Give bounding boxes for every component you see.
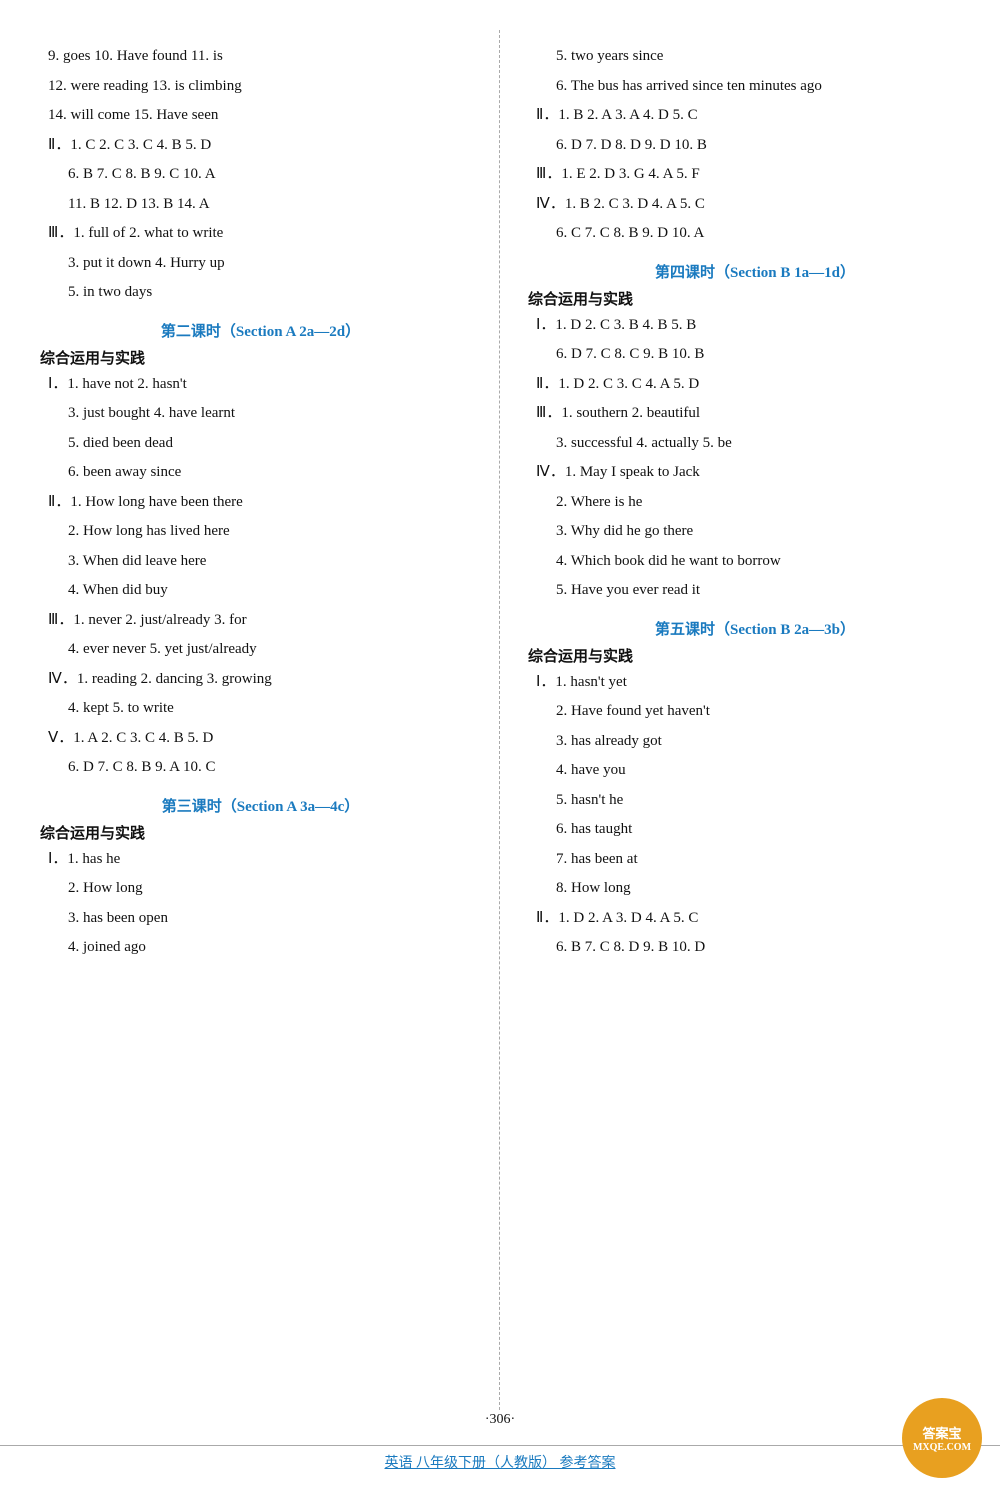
s2-I-5: 5. died been dead: [40, 431, 481, 457]
section5-title: 第五课时（Section B 2a—3b）: [528, 618, 982, 639]
s4-I-1-5: Ⅰ．1. D 2. C 3. B 4. B 5. B: [528, 313, 982, 339]
s3-I-3: 3. has been open: [40, 906, 481, 932]
s2-II-1: Ⅱ．1. How long have been there: [40, 490, 481, 516]
right-column: 5. two years since 6. The bus has arrive…: [500, 30, 1000, 1410]
s3-I-4: 4. joined ago: [40, 935, 481, 961]
s4-I-6-10: 6. D 7. C 8. C 9. B 10. B: [528, 342, 982, 368]
line-9-11: 9. goes 10. Have found 11. is: [40, 44, 481, 70]
s2-II-3: 3. When did leave here: [40, 549, 481, 575]
r-IV-1-5: Ⅳ．1. B 2. C 3. D 4. A 5. C: [528, 192, 982, 218]
watermark-line1: 答案宝: [922, 1423, 961, 1442]
s5-I-5: 5. hasn't he: [528, 788, 982, 814]
section5-subtitle: 综合运用与实践: [528, 645, 982, 666]
section4-subtitle: 综合运用与实践: [528, 288, 982, 309]
s3-I-1: Ⅰ．1. has he: [40, 847, 481, 873]
r-II-1-5: Ⅱ．1. B 2. A 3. A 4. D 5. C: [528, 103, 982, 129]
line-III-1-2: Ⅲ．1. full of 2. what to write: [40, 221, 481, 247]
s2-II-4: 4. When did buy: [40, 578, 481, 604]
footer-text: 英语 八年级下册（人教版） 参考答案: [385, 1456, 616, 1471]
line-14-15: 14. will come 15. Have seen: [40, 103, 481, 129]
s2-III-1-3: Ⅲ．1. never 2. just/already 3. for: [40, 608, 481, 634]
s2-V-6-10: 6. D 7. C 8. B 9. A 10. C: [40, 755, 481, 781]
line-12-13: 12. were reading 13. is climbing: [40, 74, 481, 100]
s5-I-4: 4. have you: [528, 758, 982, 784]
s3-I-2: 2. How long: [40, 876, 481, 902]
s2-I-3-4: 3. just bought 4. have learnt: [40, 401, 481, 427]
s2-II-2: 2. How long has lived here: [40, 519, 481, 545]
watermark-line2: MXQE.COM: [913, 1442, 971, 1453]
line-II-1-5: Ⅱ．1. C 2. C 3. C 4. B 5. D: [40, 133, 481, 159]
footer: 英语 八年级下册（人教版） 参考答案: [0, 1445, 1000, 1472]
r-II-6-10: 6. D 7. D 8. D 9. D 10. B: [528, 133, 982, 159]
s5-I-6: 6. has taught: [528, 817, 982, 843]
s5-I-2: 2. Have found yet haven't: [528, 699, 982, 725]
section3-subtitle: 综合运用与实践: [40, 822, 481, 843]
s4-II-1-5: Ⅱ．1. D 2. C 3. C 4. A 5. D: [528, 372, 982, 398]
section3-title: 第三课时（Section A 3a—4c）: [40, 795, 481, 816]
s4-III-3-5: 3. successful 4. actually 5. be: [528, 431, 982, 457]
left-column: 9. goes 10. Have found 11. is 12. were r…: [0, 30, 500, 1410]
s5-I-8: 8. How long: [528, 876, 982, 902]
s2-IV-1-3: Ⅳ．1. reading 2. dancing 3. growing: [40, 667, 481, 693]
r-6: 6. The bus has arrived since ten minutes…: [528, 74, 982, 100]
section2-subtitle: 综合运用与实践: [40, 347, 481, 368]
s5-I-3: 3. has already got: [528, 729, 982, 755]
page-number: ·306·: [0, 1412, 1000, 1428]
s4-IV-4: 4. Which book did he want to borrow: [528, 549, 982, 575]
s4-III-1-2: Ⅲ．1. southern 2. beautiful: [528, 401, 982, 427]
s4-IV-3: 3. Why did he go there: [528, 519, 982, 545]
s4-IV-5: 5. Have you ever read it: [528, 578, 982, 604]
r-5: 5. two years since: [528, 44, 982, 70]
s5-I-7: 7. has been at: [528, 847, 982, 873]
r-IV-6-10: 6. C 7. C 8. B 9. D 10. A: [528, 221, 982, 247]
s2-V-1-5: Ⅴ．1. A 2. C 3. C 4. B 5. D: [40, 726, 481, 752]
s4-IV-2: 2. Where is he: [528, 490, 982, 516]
line-II-6-10: 6. B 7. C 8. B 9. C 10. A: [40, 162, 481, 188]
s4-IV-1: Ⅳ．1. May I speak to Jack: [528, 460, 982, 486]
line-II-11-14: 11. B 12. D 13. B 14. A: [40, 192, 481, 218]
line-III-5: 5. in two days: [40, 280, 481, 306]
s2-I-6: 6. been away since: [40, 460, 481, 486]
s5-II-6-10: 6. B 7. C 8. D 9. B 10. D: [528, 935, 982, 961]
s5-I-1: Ⅰ．1. hasn't yet: [528, 670, 982, 696]
s2-I-1-2: Ⅰ．1. have not 2. hasn't: [40, 372, 481, 398]
section2-title: 第二课时（Section A 2a—2d）: [40, 320, 481, 341]
s2-IV-4-5: 4. kept 5. to write: [40, 696, 481, 722]
s5-II-1-5: Ⅱ．1. D 2. A 3. D 4. A 5. C: [528, 906, 982, 932]
r-III-1-5: Ⅲ．1. E 2. D 3. G 4. A 5. F: [528, 162, 982, 188]
page: 9. goes 10. Have found 11. is 12. were r…: [0, 0, 1000, 1496]
line-III-3-4: 3. put it down 4. Hurry up: [40, 251, 481, 277]
s2-III-4-5: 4. ever never 5. yet just/already: [40, 637, 481, 663]
section4-title: 第四课时（Section B 1a—1d）: [528, 261, 982, 282]
watermark: 答案宝 MXQE.COM: [902, 1398, 982, 1478]
